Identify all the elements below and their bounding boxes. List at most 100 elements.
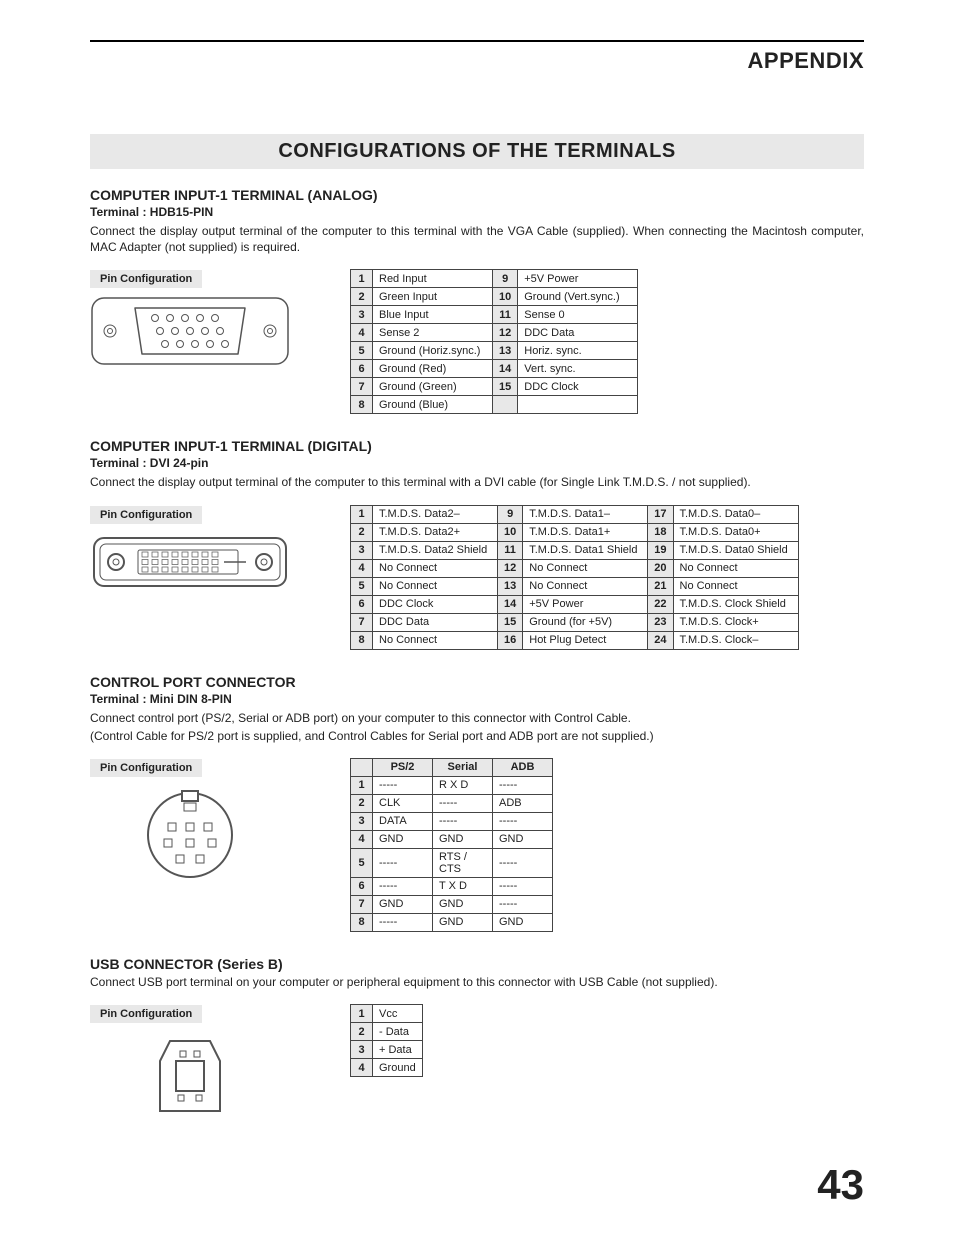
pin-val: +5V Power (518, 270, 638, 288)
section-digital: COMPUTER INPUT-1 TERMINAL (DIGITAL) Term… (90, 438, 864, 649)
pin-num: 5 (351, 577, 373, 595)
pin-val: No Connect (673, 559, 798, 577)
pin-num: 4 (351, 324, 373, 342)
pin-num: 11 (498, 541, 523, 559)
pin-val: GND (493, 913, 553, 931)
pin-num: 10 (493, 288, 518, 306)
pin-num: 11 (493, 306, 518, 324)
pin-num: 18 (648, 523, 673, 541)
pin-num: 3 (351, 541, 373, 559)
pin-val: T.M.D.S. Data2 Shield (373, 541, 498, 559)
page-title: CONFIGURATIONS OF THE TERMINALS (90, 134, 864, 169)
pin-num: 1 (351, 1005, 373, 1023)
pin-val: DDC Data (518, 324, 638, 342)
pin-val: ----- (373, 848, 433, 877)
pin-num: 15 (498, 613, 523, 631)
dvi-connector-diagram (90, 532, 290, 592)
col-header: Serial (433, 758, 493, 776)
pin-val: No Connect (373, 577, 498, 595)
pin-num: 13 (498, 577, 523, 595)
pin-num: 10 (498, 523, 523, 541)
pin-num: 2 (351, 523, 373, 541)
pin-num: 7 (351, 613, 373, 631)
mini-din-connector-diagram (90, 785, 290, 885)
pin-val: T.M.D.S. Data0– (673, 505, 798, 523)
pin-num: 21 (648, 577, 673, 595)
pin-num: 1 (351, 776, 373, 794)
pin-val: DATA (373, 812, 433, 830)
pin-config-label: Pin Configuration (90, 506, 202, 524)
pin-config-label: Pin Configuration (90, 270, 202, 288)
pin-val: GND (433, 830, 493, 848)
pin-val: T.M.D.S. Clock– (673, 631, 798, 649)
pin-num: 24 (648, 631, 673, 649)
page: APPENDIX CONFIGURATIONS OF THE TERMINALS… (0, 0, 954, 1239)
pin-val: Green Input (373, 288, 493, 306)
pin-val: No Connect (373, 559, 498, 577)
control-heading: CONTROL PORT CONNECTOR (90, 674, 864, 690)
pin-num: 5 (351, 848, 373, 877)
digital-sub: Terminal : DVI 24-pin (90, 456, 864, 470)
pin-num: 8 (351, 396, 373, 414)
pin-num: 16 (498, 631, 523, 649)
pin-val: T.M.D.S. Data1+ (523, 523, 648, 541)
pin-val: No Connect (673, 577, 798, 595)
pin-val: CLK (373, 794, 433, 812)
pin-num: 3 (351, 1041, 373, 1059)
pin-val: Ground (for +5V) (523, 613, 648, 631)
vga-connector-diagram (90, 296, 290, 366)
pin-num: 14 (493, 360, 518, 378)
pin-num: 6 (351, 877, 373, 895)
pin-num: 9 (493, 270, 518, 288)
pin-num: 4 (351, 830, 373, 848)
digital-heading: COMPUTER INPUT-1 TERMINAL (DIGITAL) (90, 438, 864, 454)
pin-val: GND (493, 830, 553, 848)
pin-val: GND (373, 895, 433, 913)
control-sub: Terminal : Mini DIN 8-PIN (90, 692, 864, 706)
usb-pin-table: 1Vcc2- Data3+ Data4Ground (350, 1004, 423, 1077)
pin-num: 8 (351, 631, 373, 649)
pin-num: 2 (351, 1023, 373, 1041)
pin-val: T.M.D.S. Clock Shield (673, 595, 798, 613)
section-analog: COMPUTER INPUT-1 TERMINAL (ANALOG) Termi… (90, 187, 864, 414)
pin-val: ----- (493, 848, 553, 877)
analog-desc: Connect the display output terminal of t… (90, 223, 864, 255)
pin-val: No Connect (373, 631, 498, 649)
pin-num: 22 (648, 595, 673, 613)
pin-num: 13 (493, 342, 518, 360)
page-header: APPENDIX (90, 40, 864, 74)
pin-val: ----- (433, 794, 493, 812)
pin-num: 17 (648, 505, 673, 523)
pin-num: 12 (493, 324, 518, 342)
page-number: 43 (90, 1161, 864, 1209)
pin-val: Ground (Red) (373, 360, 493, 378)
pin-num: 19 (648, 541, 673, 559)
pin-val: - Data (373, 1023, 423, 1041)
usb-desc: Connect USB port terminal on your comput… (90, 974, 864, 990)
pin-val: ----- (493, 895, 553, 913)
pin-val: Ground (Horiz.sync.) (373, 342, 493, 360)
pin-val: DDC Clock (518, 378, 638, 396)
pin-num: 6 (351, 595, 373, 613)
pin-val: GND (373, 830, 433, 848)
pin-val: Ground (Vert.sync.) (518, 288, 638, 306)
pin-num: 2 (351, 794, 373, 812)
pin-val: Ground (Blue) (373, 396, 493, 414)
pin-num: 9 (498, 505, 523, 523)
pin-val: Hot Plug Detect (523, 631, 648, 649)
pin-val: ----- (493, 776, 553, 794)
pin-val: ----- (433, 812, 493, 830)
pin-val: Vcc (373, 1005, 423, 1023)
pin-num: 12 (498, 559, 523, 577)
pin-num: 5 (351, 342, 373, 360)
pin-val: GND (433, 895, 493, 913)
pin-num: 8 (351, 913, 373, 931)
pin-val: T X D (433, 877, 493, 895)
digital-desc: Connect the display output terminal of t… (90, 474, 864, 490)
pin-val: ----- (373, 776, 433, 794)
pin-val: No Connect (523, 577, 648, 595)
pin-val: ----- (493, 812, 553, 830)
pin-val: ----- (493, 877, 553, 895)
pin-val: ----- (373, 913, 433, 931)
pin-num: 6 (351, 360, 373, 378)
